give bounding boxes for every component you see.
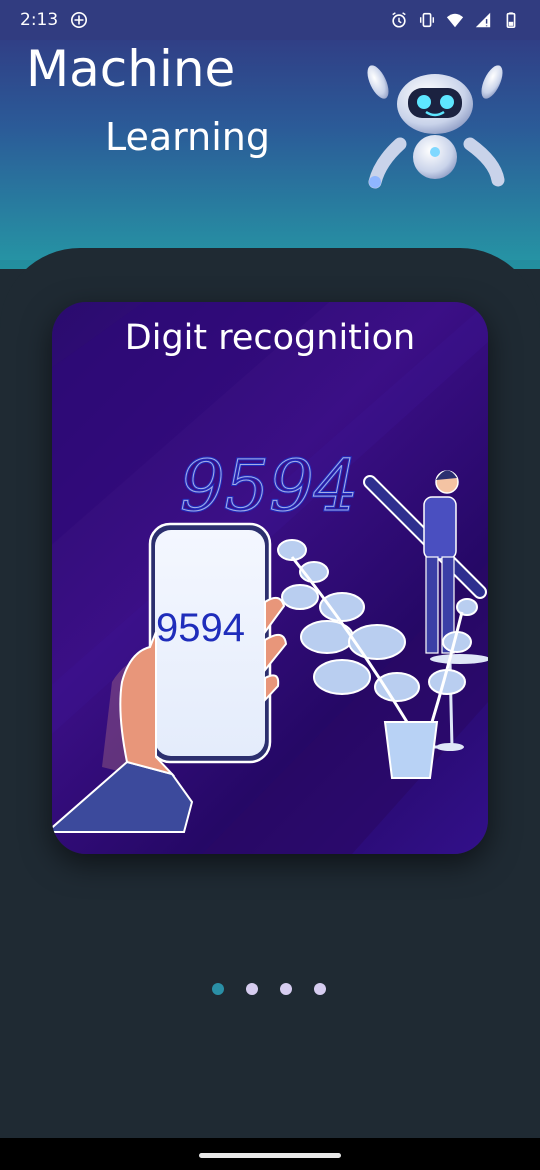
screen: 2:13 Machine Learning 9594 9594 Digit re… [0, 0, 540, 1170]
svg-text:9594: 9594 [180, 445, 358, 527]
page-dot-2[interactable] [246, 983, 258, 995]
digit-recognition-illustration: 9594 9594 [52, 302, 488, 854]
navigation-bar [0, 1138, 540, 1170]
wifi-icon [446, 13, 464, 28]
status-time: 2:13 [20, 10, 59, 30]
vibrate-icon [419, 12, 435, 28]
header: Machine Learning [0, 40, 540, 260]
carousel-slide[interactable]: 9594 9594 Digit recognition 9594 [52, 302, 488, 854]
page-dot-3[interactable] [280, 983, 292, 995]
app-title-line1: Machine [26, 40, 236, 98]
signal-icon [475, 12, 491, 28]
page-dot-1[interactable] [212, 983, 224, 995]
alarm-icon [392, 12, 406, 28]
battery-icon [506, 12, 516, 29]
add-circle-icon [71, 11, 88, 29]
app-title-line2: Learning [105, 115, 270, 159]
slide-title: Digit recognition [124, 318, 416, 358]
page-indicator [212, 983, 326, 995]
phone-screen-digits: 9594 [156, 606, 245, 650]
status-bar: 2:13 [0, 0, 540, 40]
page-dot-4[interactable] [314, 983, 326, 995]
home-gesture-pill[interactable] [199, 1153, 341, 1158]
robot-icon [367, 65, 505, 189]
